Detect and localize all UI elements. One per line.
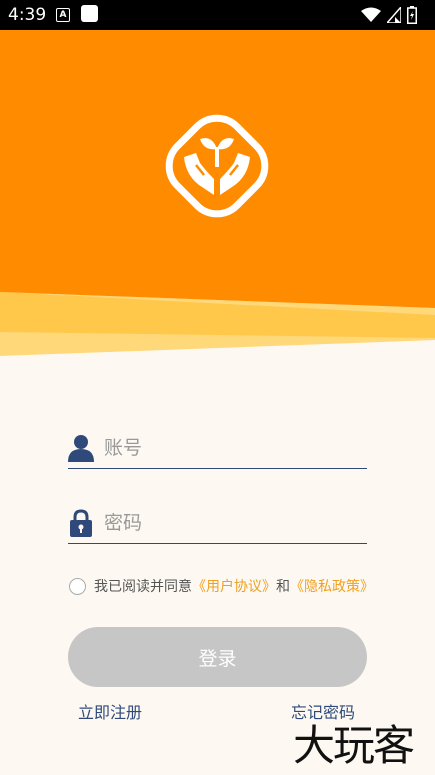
- status-icons: [361, 6, 417, 24]
- lock-icon: [70, 509, 92, 537]
- status-time: 4:39: [8, 5, 47, 25]
- register-link[interactable]: 立即注册: [78, 699, 142, 723]
- user-agreement-link[interactable]: 《用户协议》: [192, 576, 276, 596]
- user-icon: [68, 435, 94, 462]
- watermark: 大玩客: [293, 721, 415, 770]
- wifi-icon: [361, 7, 381, 22]
- username-input[interactable]: [104, 432, 359, 464]
- privacy-policy-link[interactable]: 《隐私政策》: [290, 576, 374, 596]
- battery-icon: [407, 6, 417, 24]
- password-input[interactable]: [104, 507, 359, 539]
- password-field[interactable]: [68, 507, 367, 544]
- login-button[interactable]: 登录: [68, 627, 367, 687]
- agreement-conjunction: 和: [276, 579, 290, 595]
- notification-a-icon: A: [56, 8, 70, 22]
- hands-sprout-logo: [165, 114, 269, 218]
- username-field[interactable]: [68, 432, 367, 469]
- signal-icon: [387, 7, 401, 23]
- notification-icon: [81, 5, 98, 22]
- agreement-prefix: 我已阅读并同意: [94, 579, 192, 595]
- status-bar: 4:39 A: [0, 0, 435, 30]
- agreement-checkbox[interactable]: [69, 577, 86, 595]
- agreement-row: 我已阅读并同意 《用户协议》 和 《隐私政策》: [69, 575, 374, 597]
